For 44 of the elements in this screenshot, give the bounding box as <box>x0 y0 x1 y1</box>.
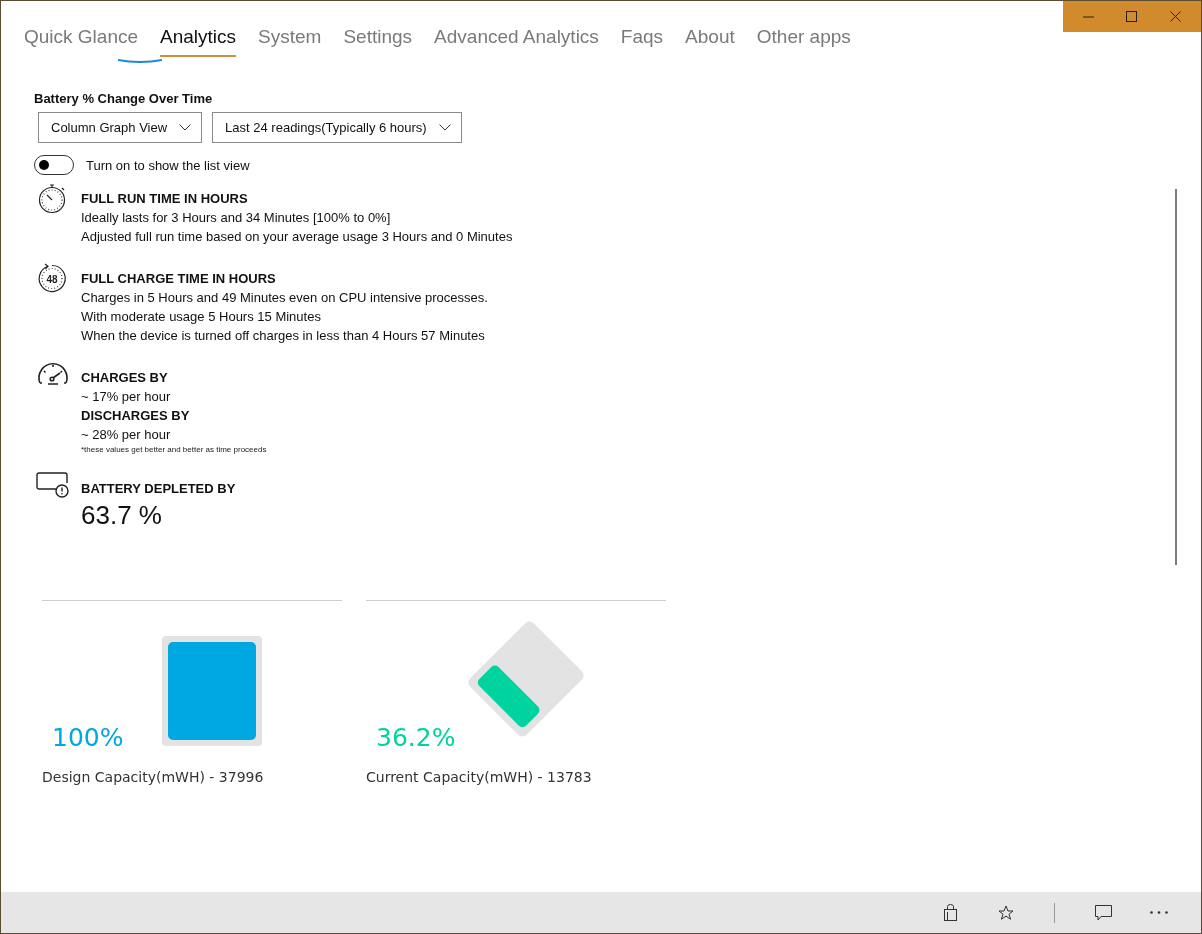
capacity-label: Design Capacity(mWH) - 37996 <box>42 769 265 785</box>
depletion-value: 63.7 % <box>81 499 163 532</box>
chevron-down-icon <box>438 124 451 131</box>
footnote-text: *these values get better and better as time proceeds <box>81 444 267 456</box>
maximize-icon[interactable] <box>1126 11 1138 22</box>
tab-indicator-arc <box>118 59 162 63</box>
gauge-icon <box>36 361 70 387</box>
tab[interactable]: System <box>258 23 322 57</box>
stat-text: Charges in 5 Hours and 49 Minutes even on CPU intensive processes. <box>81 289 488 307</box>
stopwatch-icon <box>36 182 68 214</box>
tab[interactable]: Quick Glance <box>24 23 139 57</box>
stat-text: Adjusted full run time based on your average usage 3 Hours and 0 Minutes <box>81 228 513 246</box>
tab[interactable]: Advanced Analytics <box>434 23 599 57</box>
stat-text: ~ 17% per hour <box>81 388 172 406</box>
capacity-percent: 36.2% <box>376 723 457 752</box>
stat-heading: CHARGES BY <box>81 369 169 387</box>
stat-heading: FULL RUN TIME IN HOURS <box>81 190 249 208</box>
tab[interactable]: About <box>685 23 735 57</box>
shopping-bag-icon[interactable] <box>943 904 957 921</box>
comment-icon[interactable] <box>1094 904 1112 921</box>
more-icon[interactable] <box>1150 911 1168 914</box>
tab[interactable]: Analytics <box>160 23 237 57</box>
section-title: Battery % Change Over Time <box>34 91 214 106</box>
tab[interactable]: Faqs <box>620 23 664 57</box>
stat-heading: FULL CHARGE TIME IN HOURS <box>81 270 277 288</box>
tab[interactable]: Settings <box>343 23 413 57</box>
stat-text: When the device is turned off charges in less than 4 Hours 57 Minutes <box>81 327 486 345</box>
star-icon[interactable] <box>998 904 1014 921</box>
stat-text: Ideally lasts for 3 Hours and 34 Minutes [100% to 0%] <box>81 209 392 227</box>
stat-text: With moderate usage 5 Hours 15 Minutes <box>81 308 322 326</box>
stat-heading: BATTERY DEPLETED BY <box>81 480 236 498</box>
tab[interactable]: Other apps <box>756 23 851 57</box>
scrollbar[interactable] <box>1175 189 1177 565</box>
capacity-label: Current Capacity(mWH) - 13783 <box>366 769 593 785</box>
stat-heading: DISCHARGES BY <box>81 407 191 425</box>
dropdown[interactable]: Last 24 readings(Typically 6 hours) <box>212 112 462 143</box>
capacity-percent: 100% <box>52 723 125 752</box>
toggle-label: Turn on to show the list view <box>86 157 250 173</box>
close-icon[interactable] <box>1169 11 1181 22</box>
battery-alert-icon <box>36 472 70 498</box>
dropdown[interactable]: Column Graph View <box>38 112 203 143</box>
stat-text: ~ 28% per hour <box>81 426 172 444</box>
chevron-down-icon <box>179 124 192 131</box>
toggle-switch[interactable] <box>34 155 74 175</box>
